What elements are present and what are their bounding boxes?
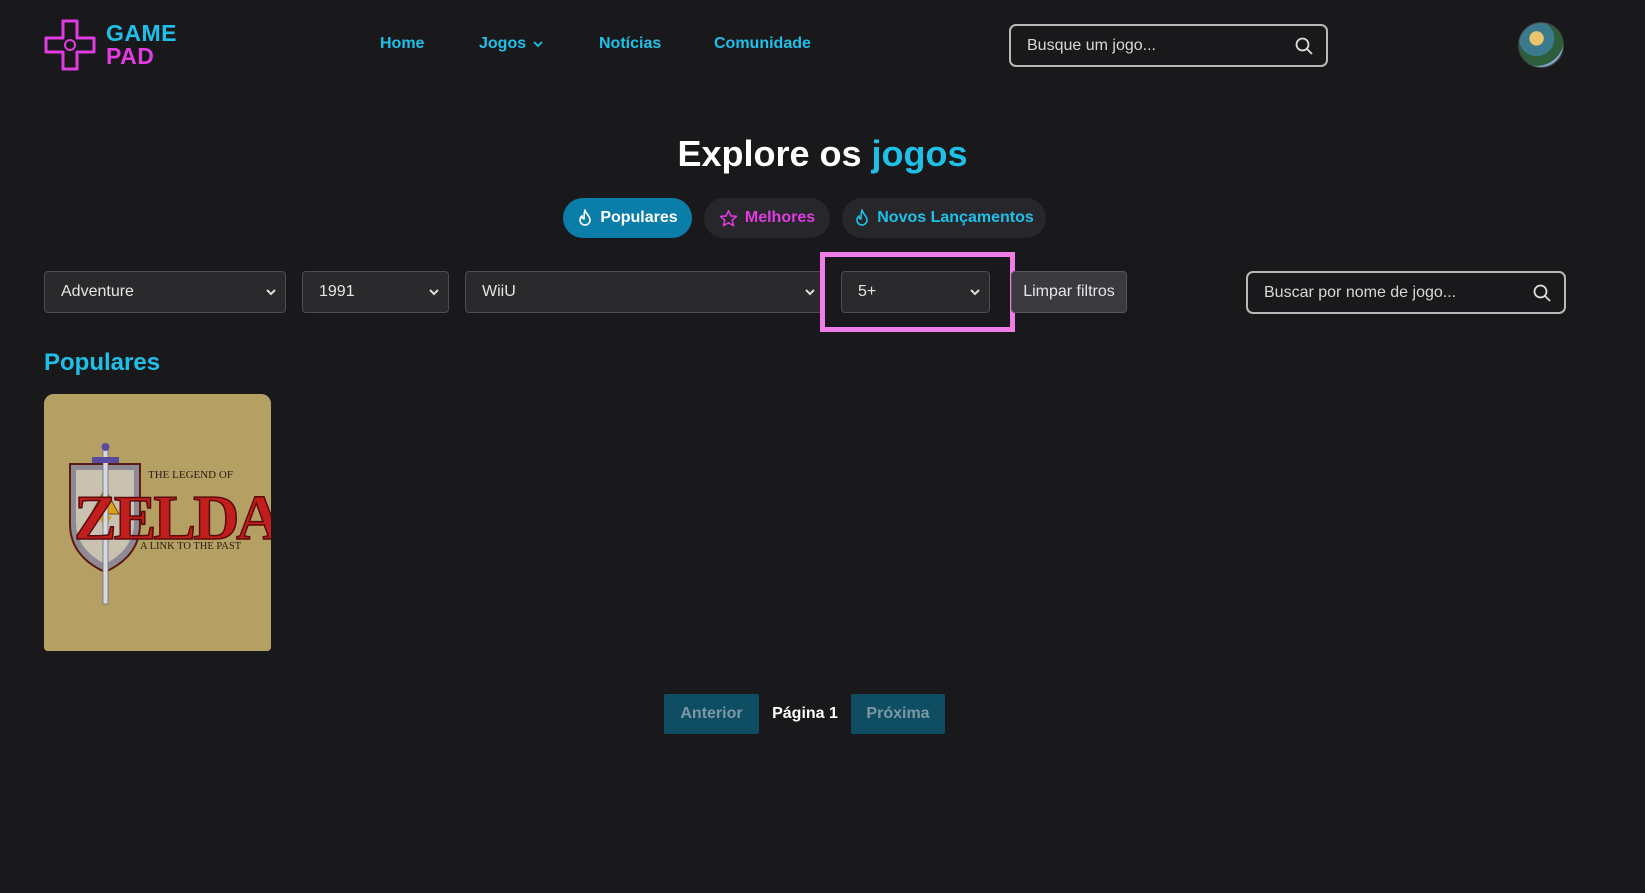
tab-novos-lancamentos[interactable]: Novos Lançamentos (842, 198, 1046, 238)
tab-melhores-label: Melhores (744, 209, 816, 226)
year-select-value: 1991 (319, 283, 355, 300)
section-title: Populares (44, 349, 161, 376)
flame-icon (856, 209, 869, 226)
tab-novos-label: Novos Lançamentos (877, 209, 1034, 226)
chevron-down-icon (805, 289, 815, 296)
chevron-down-icon (429, 289, 439, 296)
star-icon (719, 209, 738, 226)
pagination: Anterior Página 1 Próxima (0, 694, 1645, 734)
clear-filters-button[interactable]: Limpar filtros (1011, 271, 1127, 313)
category-tabs: Populares Melhores Novos Lançamentos (0, 198, 1645, 238)
nav-jogos-label: Jogos (479, 35, 527, 52)
game-name-search-input[interactable] (1264, 283, 1532, 302)
age-rating-select[interactable]: 5+ (841, 271, 990, 313)
nav-home[interactable]: Home (380, 35, 424, 53)
year-select[interactable]: 1991 (302, 271, 449, 313)
genre-select-value: Adventure (61, 283, 134, 300)
tab-melhores[interactable]: Melhores (704, 198, 830, 238)
flame-icon (579, 209, 592, 226)
cover-subtitle: A LINK TO THE PAST (140, 541, 242, 552)
next-page-button[interactable]: Próxima (851, 694, 945, 734)
genre-select[interactable]: Adventure (44, 271, 286, 313)
chevron-down-icon (970, 289, 980, 296)
user-avatar[interactable] (1518, 22, 1564, 68)
nav-jogos[interactable]: Jogos (479, 35, 544, 53)
nav-noticias[interactable]: Notícias (599, 35, 661, 53)
nav-home-label: Home (380, 35, 425, 52)
game-card[interactable]: THE LEGEND OF ZELDA A LINK TO THE PAST (44, 394, 271, 651)
search-icon[interactable] (1294, 36, 1314, 56)
nav-noticias-label: Notícias (599, 35, 662, 52)
platform-select-value: WiiU (482, 283, 516, 300)
chevron-down-icon (266, 289, 276, 296)
nav-comunidade[interactable]: Comunidade (714, 35, 811, 53)
prev-page-button[interactable]: Anterior (664, 694, 759, 734)
tab-populares[interactable]: Populares (563, 198, 692, 238)
search-icon[interactable] (1532, 283, 1552, 303)
header-search[interactable] (1009, 24, 1328, 67)
cover-title-line1: THE LEGEND OF (148, 469, 233, 481)
tab-populares-label: Populares (600, 209, 678, 226)
page-title-accent: jogos (871, 133, 968, 174)
game-name-search[interactable] (1246, 271, 1566, 314)
page-title-prefix: Explore os (677, 133, 862, 174)
main-nav: Home Jogos Notícias Comunidade (0, 35, 1645, 59)
current-page-label: Página 1 (772, 705, 838, 722)
page-title: Explore os jogos (0, 133, 1645, 175)
game-cover-art: THE LEGEND OF ZELDA A LINK TO THE PAST (44, 394, 271, 651)
header-search-input[interactable] (1027, 36, 1294, 55)
age-rating-select-value: 5+ (858, 283, 877, 300)
platform-select[interactable]: WiiU (465, 271, 825, 313)
nav-comunidade-label: Comunidade (714, 35, 811, 52)
chevron-down-icon (533, 41, 543, 48)
